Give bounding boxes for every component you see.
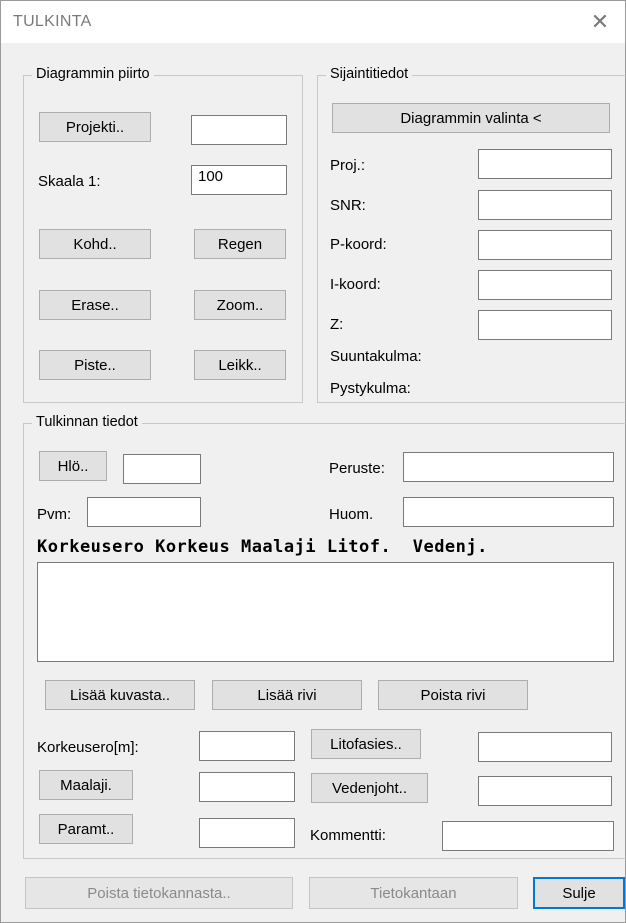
paramt-field[interactable]	[199, 818, 295, 848]
korkeusero-label: Korkeusero[m]:	[37, 739, 139, 756]
proj-label: Proj.:	[330, 157, 366, 174]
kohd-button[interactable]: Kohd..	[39, 229, 151, 259]
kommentti-label: Kommentti:	[310, 827, 386, 844]
pvm-field[interactable]	[87, 497, 201, 527]
drawing-group-legend: Diagrammin piirto	[32, 66, 154, 82]
peruste-field[interactable]	[403, 452, 614, 482]
location-group-legend: Sijaintitiedot	[326, 66, 413, 82]
pystykulma-label: Pystykulma:	[330, 380, 411, 397]
pkoord-label: P-koord:	[330, 236, 387, 253]
vedenjoht-button[interactable]: Vedenjoht..	[311, 773, 428, 803]
add-from-image-button[interactable]: Lisää kuvasta..	[45, 680, 195, 710]
diagram-select-button[interactable]: Diagrammin valinta <	[332, 103, 610, 133]
proj-field[interactable]	[478, 149, 612, 179]
pkoord-field[interactable]	[478, 230, 612, 260]
maalaji-button[interactable]: Maalaji.	[39, 770, 133, 800]
project-button[interactable]: Projekti..	[39, 112, 151, 142]
ikoord-field[interactable]	[478, 270, 612, 300]
pvm-label: Pvm:	[37, 506, 72, 523]
delete-row-button[interactable]: Poista rivi	[378, 680, 528, 710]
scale-label: Skaala 1:	[38, 173, 101, 190]
paramt-button[interactable]: Paramt..	[39, 814, 133, 844]
peruste-label: Peruste:	[329, 460, 385, 477]
columns-header: Korkeusero Korkeus Maalaji Litof. Vedenj…	[37, 537, 488, 557]
hlo-button[interactable]: Hlö..	[39, 451, 107, 481]
tulkinta-dialog: TULKINTA ✕ Diagrammin piirto Projekti.. …	[0, 0, 626, 923]
kommentti-field[interactable]	[442, 821, 614, 851]
snr-field[interactable]	[478, 190, 612, 220]
z-field[interactable]	[478, 310, 612, 340]
maalaji-field[interactable]	[199, 772, 295, 802]
project-field[interactable]	[191, 115, 287, 145]
erase-button[interactable]: Erase..	[39, 290, 151, 320]
interpretation-group-legend: Tulkinnan tiedot	[32, 414, 142, 430]
suuntakulma-label: Suuntakulma:	[330, 348, 422, 365]
add-row-button[interactable]: Lisää rivi	[212, 680, 362, 710]
korkeusero-field[interactable]	[199, 731, 295, 761]
zoom-button[interactable]: Zoom..	[194, 290, 286, 320]
hlo-field[interactable]	[123, 454, 201, 484]
regen-button[interactable]: Regen	[194, 229, 286, 259]
piste-button[interactable]: Piste..	[39, 350, 151, 380]
leikk-button[interactable]: Leikk..	[194, 350, 286, 380]
delete-from-db-button[interactable]: Poista tietokannasta..	[25, 877, 293, 909]
ikoord-label: I-koord:	[330, 276, 381, 293]
to-db-button[interactable]: Tietokantaan	[309, 877, 518, 909]
rows-textarea[interactable]	[37, 562, 614, 662]
title-bar: TULKINTA ✕	[1, 1, 625, 43]
scale-field[interactable]: 100	[191, 165, 287, 195]
z-label: Z:	[330, 316, 344, 333]
huom-field[interactable]	[403, 497, 614, 527]
snr-label: SNR:	[330, 197, 366, 214]
vedenjoht-field[interactable]	[478, 776, 612, 806]
close-button[interactable]: Sulje	[533, 877, 625, 909]
window-title: TULKINTA	[13, 13, 92, 30]
litofasies-button[interactable]: Litofasies..	[311, 729, 421, 759]
huom-label: Huom.	[329, 506, 374, 523]
close-icon[interactable]: ✕	[589, 9, 611, 35]
litofasies-field[interactable]	[478, 732, 612, 762]
